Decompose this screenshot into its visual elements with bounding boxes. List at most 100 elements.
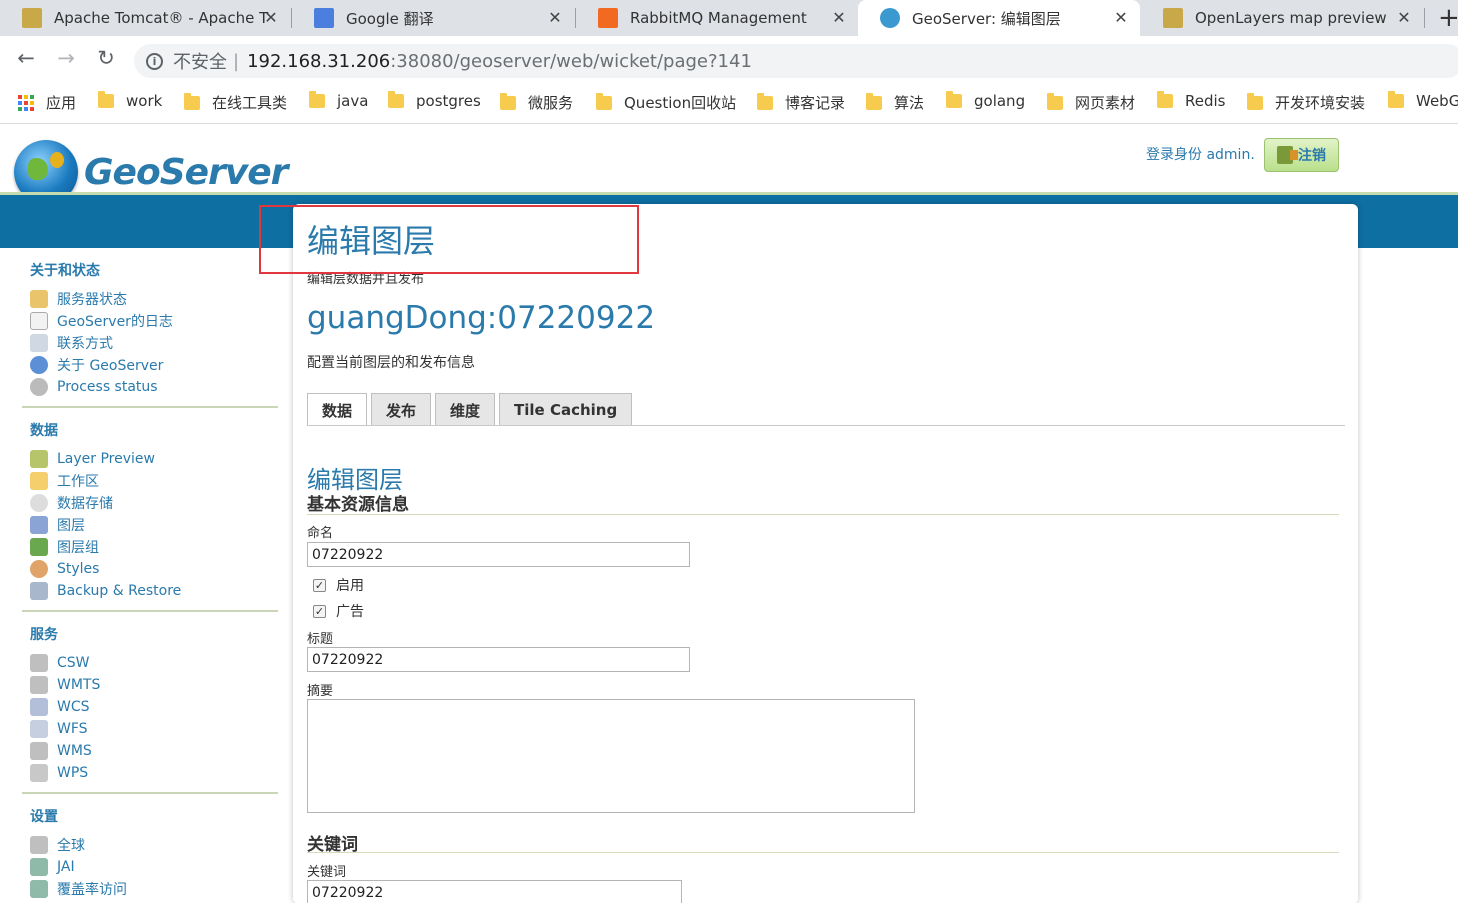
advertised-checkbox-row[interactable]: ✓ 广告 [313, 601, 364, 621]
back-arrow-icon[interactable]: ← [12, 46, 40, 70]
sidebar-item-label: 图层组 [57, 540, 99, 556]
sidebar-item-stores[interactable]: 数据存储 [30, 492, 278, 514]
bookmark-folder[interactable]: 开发环境安装 [1247, 92, 1365, 113]
folder-icon [30, 472, 48, 490]
folder-icon [388, 91, 404, 108]
browser-tab-geoserver[interactable]: GeoServer: 编辑图层 ✕ [858, 0, 1140, 36]
bookmark-label: golang [974, 92, 1026, 110]
sidebar-item-styles[interactable]: Styles [30, 558, 278, 580]
sidebar-item-label: 覆盖率访问 [57, 882, 127, 898]
sidebar-item-coverage-access[interactable]: 覆盖率访问 [30, 878, 278, 900]
bookmark-label: java [337, 92, 369, 110]
tab-data[interactable]: 数据 [307, 393, 368, 426]
browser-tab-openlayers[interactable]: OpenLayers map preview ✕ [1141, 0, 1423, 36]
bookmark-label: Question回收站 [624, 94, 737, 112]
bookmark-folder[interactable]: 微服务 [500, 92, 573, 113]
tab-title: RabbitMQ Management [630, 9, 807, 27]
sidebar-item-contact[interactable]: 联系方式 [30, 332, 278, 354]
sidebar-item-label: CSW [57, 655, 90, 671]
reload-icon[interactable]: ↻ [92, 46, 120, 70]
sidebar-item-wfs[interactable]: WFS [30, 718, 278, 740]
browser-tab-tomcat[interactable]: Apache Tomcat® - Apache T ✕ [0, 0, 290, 36]
sidebar-item-layer-preview[interactable]: Layer Preview [30, 448, 278, 470]
logout-button[interactable]: 注销 [1264, 138, 1339, 172]
advertised-checkbox[interactable]: ✓ [313, 604, 326, 618]
sidebar-group-title: 服务 [30, 627, 58, 643]
enabled-checkbox-row[interactable]: ✓ 启用 [313, 575, 364, 595]
enabled-checkbox[interactable]: ✓ [313, 578, 326, 592]
sidebar-group-title: 数据 [30, 423, 58, 439]
folder-icon [1047, 92, 1063, 110]
gear-icon [30, 378, 48, 396]
folder-icon [596, 92, 612, 110]
folder-icon [1157, 91, 1173, 108]
title-input[interactable] [307, 647, 690, 672]
bookmark-folder[interactable]: 算法 [866, 92, 924, 113]
bookmark-folder[interactable]: work [98, 91, 163, 110]
sidebar-group-status: 关于和状态 服务器状态 GeoServer的日志 联系方式 关于 GeoServ… [22, 258, 278, 408]
layer-tabs: 数据 发布 维度 Tile Caching [307, 393, 636, 426]
bookmark-folder[interactable]: 网页素材 [1047, 92, 1135, 113]
bookmark-folder[interactable]: 博客记录 [757, 92, 845, 113]
bookmark-apps[interactable]: 应用 [18, 92, 76, 113]
folder-icon [98, 91, 114, 108]
sidebar-item-logs[interactable]: GeoServer的日志 [30, 310, 278, 332]
sidebar-item-server-status[interactable]: 服务器状态 [30, 288, 278, 310]
sidebar-item-global[interactable]: 全球 [30, 834, 278, 856]
bookmark-label: work [126, 92, 163, 110]
sidebar-item-wms[interactable]: WMS [30, 740, 278, 762]
bookmark-label: 博客记录 [785, 94, 846, 112]
sidebar-item-backup-restore[interactable]: Backup & Restore [30, 580, 278, 602]
close-icon[interactable]: ✕ [262, 8, 280, 27]
bookmark-folder[interactable]: Question回收站 [596, 92, 736, 113]
layer-icon [30, 516, 48, 534]
folder-icon [1388, 91, 1404, 108]
browser-tab-rabbitmq[interactable]: RabbitMQ Management ✕ [576, 0, 858, 36]
sidebar-item-wps[interactable]: WPS [30, 762, 278, 784]
sidebar-item-about[interactable]: 关于 GeoServer [30, 354, 278, 376]
bookmark-folder[interactable]: Redis [1157, 91, 1225, 110]
bookmark-folder[interactable]: 在线工具类 [184, 92, 287, 113]
sidebar-item-label: Styles [57, 561, 100, 577]
sidebar-group-services: 服务 CSW WMTS WCS WFS WMS WPS [22, 622, 278, 794]
sidebar-group-title: 设置 [30, 809, 58, 825]
name-input[interactable] [307, 542, 690, 567]
enabled-label: 启用 [336, 578, 364, 594]
bookmark-folder[interactable]: java [309, 91, 369, 110]
sidebar-item-wcs[interactable]: WCS [30, 696, 278, 718]
folder-icon [866, 92, 882, 110]
sidebar-item-layers[interactable]: 图层 [30, 514, 278, 536]
bookmark-folder[interactable]: golang [946, 91, 1026, 110]
logout-door-icon [1277, 146, 1298, 164]
sidebar-item-label: 数据存储 [57, 496, 113, 512]
sidebar-group-data: 数据 Layer Preview 工作区 数据存储 图层 图层组 Styles … [22, 418, 278, 612]
info-icon[interactable]: i [146, 52, 163, 70]
close-icon[interactable]: ✕ [1395, 8, 1413, 27]
keywords-list[interactable] [307, 880, 682, 903]
address-bar[interactable]: i 不安全 | 192.168.31.206 :38080/geoserver/… [134, 44, 1458, 78]
new-tab-button[interactable]: + [1438, 3, 1458, 33]
sidebar-item-csw[interactable]: CSW [30, 652, 278, 674]
server-icon [30, 698, 48, 716]
bookmark-label: 网页素材 [1075, 94, 1136, 112]
close-icon[interactable]: ✕ [546, 8, 564, 27]
sidebar-item-process-status[interactable]: Process status [30, 376, 278, 398]
abstract-textarea[interactable] [307, 699, 915, 813]
warning-chart-icon [30, 290, 48, 308]
sidebar-item-jai[interactable]: JAI [30, 856, 278, 878]
close-icon[interactable]: ✕ [830, 8, 848, 27]
tab-dimensions[interactable]: 维度 [435, 393, 496, 426]
bookmark-folder[interactable]: postgres [388, 91, 481, 110]
browser-tab-google-translate[interactable]: Google 翻译 ✕ [292, 0, 574, 36]
sidebar-item-label: WPS [57, 765, 89, 781]
tab-tile-caching[interactable]: Tile Caching [499, 393, 633, 426]
bookmark-folder[interactable]: WebG [1388, 91, 1458, 110]
forward-arrow-icon[interactable]: → [52, 46, 80, 70]
sidebar-item-layer-groups[interactable]: 图层组 [30, 536, 278, 558]
tab-publishing[interactable]: 发布 [371, 393, 432, 426]
close-icon[interactable]: ✕ [1112, 8, 1130, 27]
highlight-annotation [259, 205, 639, 274]
server-icon [30, 742, 48, 760]
sidebar-item-wmts[interactable]: WMTS [30, 674, 278, 696]
sidebar-item-workspaces[interactable]: 工作区 [30, 470, 278, 492]
